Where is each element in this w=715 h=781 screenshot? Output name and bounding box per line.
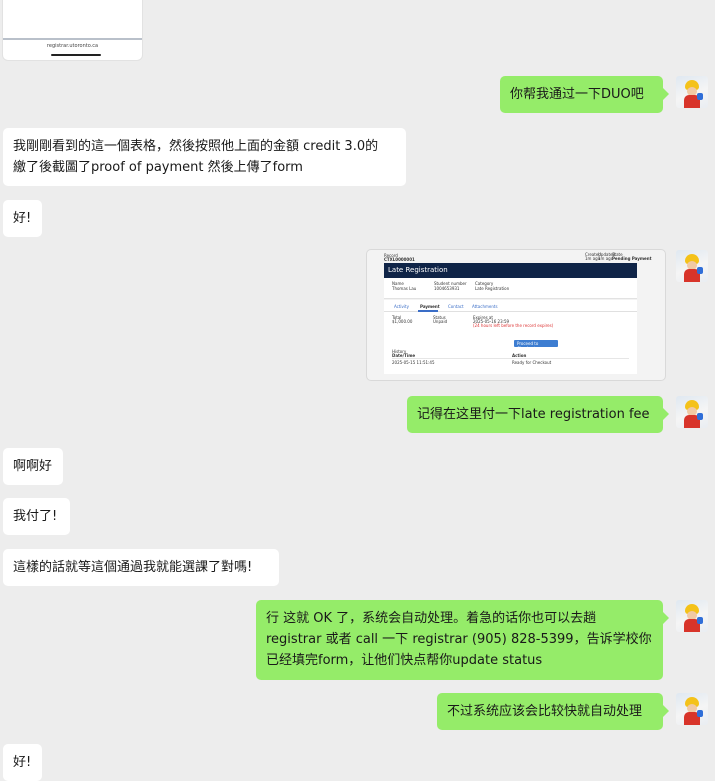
user-avatar[interactable] bbox=[676, 396, 708, 428]
message-bubble-incoming[interactable]: 好! bbox=[3, 200, 42, 237]
shot-total-value: $1,000.00 bbox=[392, 319, 413, 324]
image-home-indicator bbox=[51, 54, 101, 56]
message-bubble-outgoing[interactable]: 你帮我通过一下DUO吧 bbox=[500, 76, 669, 113]
user-avatar[interactable] bbox=[676, 600, 708, 632]
shot-history-action: Ready for Checkout bbox=[512, 360, 552, 365]
message-bubble-incoming[interactable]: 啊啊好 bbox=[3, 448, 63, 485]
avatar-accent bbox=[697, 93, 703, 100]
chat-window: registrar.utoronto.ca 你帮我通过一下DUO吧 我剛剛看到的… bbox=[0, 0, 715, 781]
image-browser-bar bbox=[3, 38, 142, 40]
message-bubble-incoming[interactable]: 這樣的話就等這個通過我就能選課了對嗎! bbox=[3, 549, 279, 586]
shot-checkout-button: Proceed to Checkout bbox=[514, 340, 558, 351]
message-bubble-outgoing[interactable]: 行 这就 OK 了，系统会自动处理。着急的话你也可以去趟 registrar 或… bbox=[256, 600, 669, 680]
shot-history-divider bbox=[392, 358, 629, 359]
shot-field-value: Thomas Lau bbox=[392, 286, 417, 291]
shot-tab-contact: Contact bbox=[448, 304, 464, 309]
image-url-caption: registrar.utoronto.ca bbox=[46, 43, 99, 49]
avatar-accent bbox=[697, 617, 703, 624]
shot-payment-card: Activity Payment Contact Attachments Tot… bbox=[384, 300, 637, 374]
shot-title: Late Registration bbox=[388, 266, 448, 274]
shot-meta-value: Pending Payment bbox=[612, 256, 652, 261]
shot-tab-payment: Payment bbox=[420, 304, 440, 309]
shot-title-banner: Late Registration bbox=[384, 263, 637, 278]
shared-screenshot-image[interactable]: Record CTXL0000001 Created 1m ago Update… bbox=[366, 249, 666, 381]
shot-meta-value: 1m ago bbox=[598, 256, 614, 261]
shot-checkout-label: Proceed to Checkout bbox=[517, 341, 539, 351]
user-avatar[interactable] bbox=[676, 693, 708, 725]
message-bubble-incoming[interactable]: 好! bbox=[3, 744, 42, 781]
shot-expires-note: (24 hours left before the record expires… bbox=[473, 323, 554, 328]
shot-history-date: 2025-05-15 11:51:45 bbox=[392, 360, 435, 365]
shot-info-card: Name Thomas Lau Student number 100465393… bbox=[384, 278, 637, 299]
avatar-accent bbox=[697, 413, 703, 420]
avatar-accent bbox=[697, 710, 703, 717]
shot-record-id: CTXL0000001 bbox=[384, 257, 415, 262]
shared-image-fragment[interactable]: registrar.utoronto.ca bbox=[3, 0, 142, 60]
user-avatar[interactable] bbox=[676, 76, 708, 108]
shot-field-value: Late Registration bbox=[475, 286, 510, 291]
message-bubble-outgoing[interactable]: 记得在这里付一下late registration fee bbox=[407, 396, 669, 433]
shot-tab-attachments: Attachments bbox=[472, 304, 498, 309]
message-bubble-incoming[interactable]: 我付了! bbox=[3, 498, 70, 535]
avatar-accent bbox=[697, 267, 703, 274]
shot-field-value: 1004653931 bbox=[434, 286, 460, 291]
shot-tab-indicator bbox=[418, 310, 438, 312]
message-bubble-incoming[interactable]: 我剛剛看到的這一個表格，然後按照他上面的金額 credit 3.0的 繳了後截圖… bbox=[3, 128, 406, 186]
shot-status-value: Unpaid bbox=[433, 319, 448, 324]
user-avatar[interactable] bbox=[676, 250, 708, 282]
shot-tab-activity: Activity bbox=[394, 304, 409, 309]
message-bubble-outgoing[interactable]: 不过系统应该会比较快就自动处理 bbox=[437, 693, 669, 730]
